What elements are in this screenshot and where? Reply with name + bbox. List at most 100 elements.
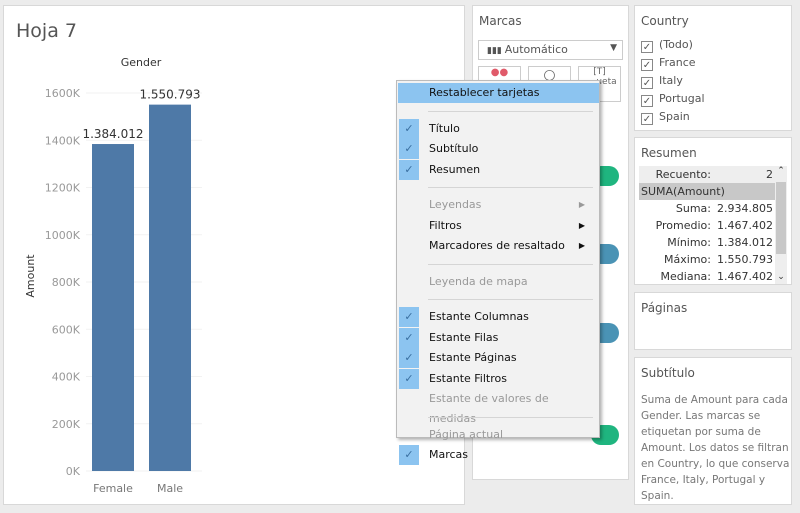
subtitle-text: Suma de Amount para cada Gender. Las mar… xyxy=(641,394,790,502)
menu-item-subtítulo[interactable]: ✓ Subtítulo xyxy=(398,139,599,159)
pages-shelf[interactable]: Páginas xyxy=(634,292,792,350)
menu-item-marcas[interactable]: ✓ Marcas xyxy=(398,445,599,465)
subtitle-card: Subtítulo Suma de Amount para cada Gende… xyxy=(634,357,792,505)
menu-item-label: Estante Filas xyxy=(429,330,499,344)
menu-item-estante-páginas[interactable]: ✓ Estante Páginas xyxy=(398,348,599,368)
country-checkbox[interactable]: ✓ Portugal xyxy=(641,92,705,107)
menu-item-label: Restablecer tarjetas xyxy=(429,86,540,99)
menu-separator xyxy=(428,187,593,188)
country-label: France xyxy=(659,56,696,69)
menu-item-resumen[interactable]: ✓ Resumen xyxy=(398,159,599,180)
menu-item-leyenda-de-mapa: Leyenda de mapa xyxy=(398,272,599,292)
submenu-arrow-icon: ▶ xyxy=(578,200,585,209)
menu-item-leyendas: Leyendas ▶ xyxy=(398,195,599,215)
menu-separator xyxy=(428,110,593,112)
summary-key: Máximo: xyxy=(664,253,711,266)
checkbox-icon[interactable]: ✓ xyxy=(641,59,653,71)
menu-item-label: Estante Filtros xyxy=(429,371,507,385)
country-label: Spain xyxy=(659,110,690,123)
chevron-up-icon[interactable]: ⌃ xyxy=(775,166,787,176)
menu-separator xyxy=(428,263,593,265)
checkbox-icon[interactable]: ✓ xyxy=(641,77,653,89)
menu-item-restablecer-tarjetas[interactable]: Restablecer tarjetas xyxy=(398,83,599,103)
pages-title: Páginas xyxy=(641,301,688,315)
menu-item-título[interactable]: ✓ Título xyxy=(398,118,599,139)
marks-title: Marcas xyxy=(479,14,522,28)
color-icon: ●● xyxy=(490,67,509,78)
country-label: Italy xyxy=(659,74,683,87)
summary-value: 1.467.402 xyxy=(717,270,773,283)
bar-male[interactable] xyxy=(149,104,191,471)
summary-value: 1.467.402 xyxy=(717,219,773,232)
check-icon: ✓ xyxy=(399,118,419,139)
submenu-arrow-icon: ▶ xyxy=(578,241,585,250)
country-checkbox[interactable]: ✓ Italy xyxy=(641,74,683,89)
y-tick-label: 200K xyxy=(52,418,81,431)
check-icon: ✓ xyxy=(399,327,419,348)
menu-item-estante-columnas[interactable]: ✓ Estante Columnas xyxy=(398,307,599,327)
y-tick-label: 0K xyxy=(66,465,81,478)
x-tick-label: Female xyxy=(93,482,133,495)
menu-item-filtros[interactable]: Filtros ▶ xyxy=(398,216,599,236)
summary-row: Máximo: 1.550.793 xyxy=(639,251,775,268)
menu-item-label: Estante Páginas xyxy=(429,351,517,364)
country-checkbox[interactable]: ✓ France xyxy=(641,56,696,71)
summary-value: 1.550.793 xyxy=(717,253,773,266)
summary-value: 1.384.012 xyxy=(717,236,773,249)
menu-separator xyxy=(428,299,593,300)
country-checkbox[interactable]: ✓ Spain xyxy=(641,110,690,125)
menu-item-estante-filtros[interactable]: ✓ Estante Filtros xyxy=(398,368,599,389)
menu-item-estante-de-valores-de-medidas: Estante de valores de medidas xyxy=(398,389,599,425)
country-checkbox[interactable]: ✓ (Todo) xyxy=(641,38,693,53)
menu-item-label: Estante Columnas xyxy=(429,310,529,323)
submenu-arrow-icon: ▶ xyxy=(578,220,585,230)
mark-type-value: Automático xyxy=(504,43,568,56)
checkbox-icon[interactable]: ✓ xyxy=(641,113,653,125)
menu-item-label: Título xyxy=(429,121,460,135)
data-label: 1.384.012 xyxy=(82,127,143,141)
menu-item-label: Leyenda de mapa xyxy=(429,274,528,288)
column-header: Gender xyxy=(121,56,162,69)
checkbox-icon[interactable]: ✓ xyxy=(641,41,653,53)
summary-scrollbar[interactable]: ⌃ ⌄ xyxy=(775,166,787,284)
x-tick-label: Male xyxy=(157,482,183,495)
chevron-down-icon: ▼ xyxy=(610,43,617,53)
bar-female[interactable] xyxy=(92,144,134,471)
country-label: (Todo) xyxy=(659,38,693,51)
summary-title: Resumen xyxy=(641,146,697,160)
menu-item-estante-filas[interactable]: ✓ Estante Filas xyxy=(398,327,599,348)
scrollbar-thumb[interactable] xyxy=(776,182,786,254)
summary-key: Mínimo: xyxy=(667,236,711,249)
y-tick-label: 1200K xyxy=(45,182,81,195)
checkbox-icon[interactable]: ✓ xyxy=(641,95,653,107)
country-filter-card: Country ✓ (Todo) ✓ France ✓ Italy ✓ Portugal ✓ Sp… xyxy=(634,5,792,131)
check-icon: ✓ xyxy=(399,368,419,389)
y-tick-label: 1400K xyxy=(45,134,81,147)
check-icon: ✓ xyxy=(399,159,419,180)
summary-row: Suma: 2.934.805 xyxy=(639,200,775,217)
summary-row: Mediana: 1.467.402 xyxy=(639,268,775,285)
data-label: 1.550.793 xyxy=(139,88,200,102)
chevron-down-icon[interactable]: ⌄ xyxy=(775,272,787,282)
menu-item-label: Marcadores de resaltado xyxy=(429,239,565,252)
check-icon: ✓ xyxy=(399,348,419,368)
summary-key: Promedio: xyxy=(655,219,711,232)
menu-item-label: Página actual xyxy=(429,427,503,441)
count-row: Recuento: 2 xyxy=(639,166,775,183)
menu-item-página-actual: Página actual xyxy=(398,425,599,445)
summary-card: Resumen Recuento: 2 SUMA(Amount) Suma: 2.9… xyxy=(634,137,792,285)
mark-type-dropdown[interactable]: ▮▮▮ Automático ▼ xyxy=(478,40,623,60)
count-value: 2 xyxy=(766,168,773,181)
summary-key: Suma: xyxy=(675,202,711,215)
menu-item-label: Resumen xyxy=(429,162,481,176)
y-tick-label: 600K xyxy=(52,323,81,336)
menu-item-label: Filtros xyxy=(429,218,462,232)
context-menu: Restablecer tarjetas ✓ Título ✓ Subtítulo ✓ Re… xyxy=(396,80,600,465)
count-label: Recuento: xyxy=(655,168,711,181)
check-icon: ✓ xyxy=(399,139,419,159)
menu-item-marcadores-de-resaltado[interactable]: Marcadores de resaltado ▶ xyxy=(398,236,599,256)
menu-separator xyxy=(428,416,593,418)
label-icon: [T] xyxy=(593,67,606,77)
country-title: Country xyxy=(641,14,689,28)
menu-item-label: Marcas xyxy=(429,448,469,461)
